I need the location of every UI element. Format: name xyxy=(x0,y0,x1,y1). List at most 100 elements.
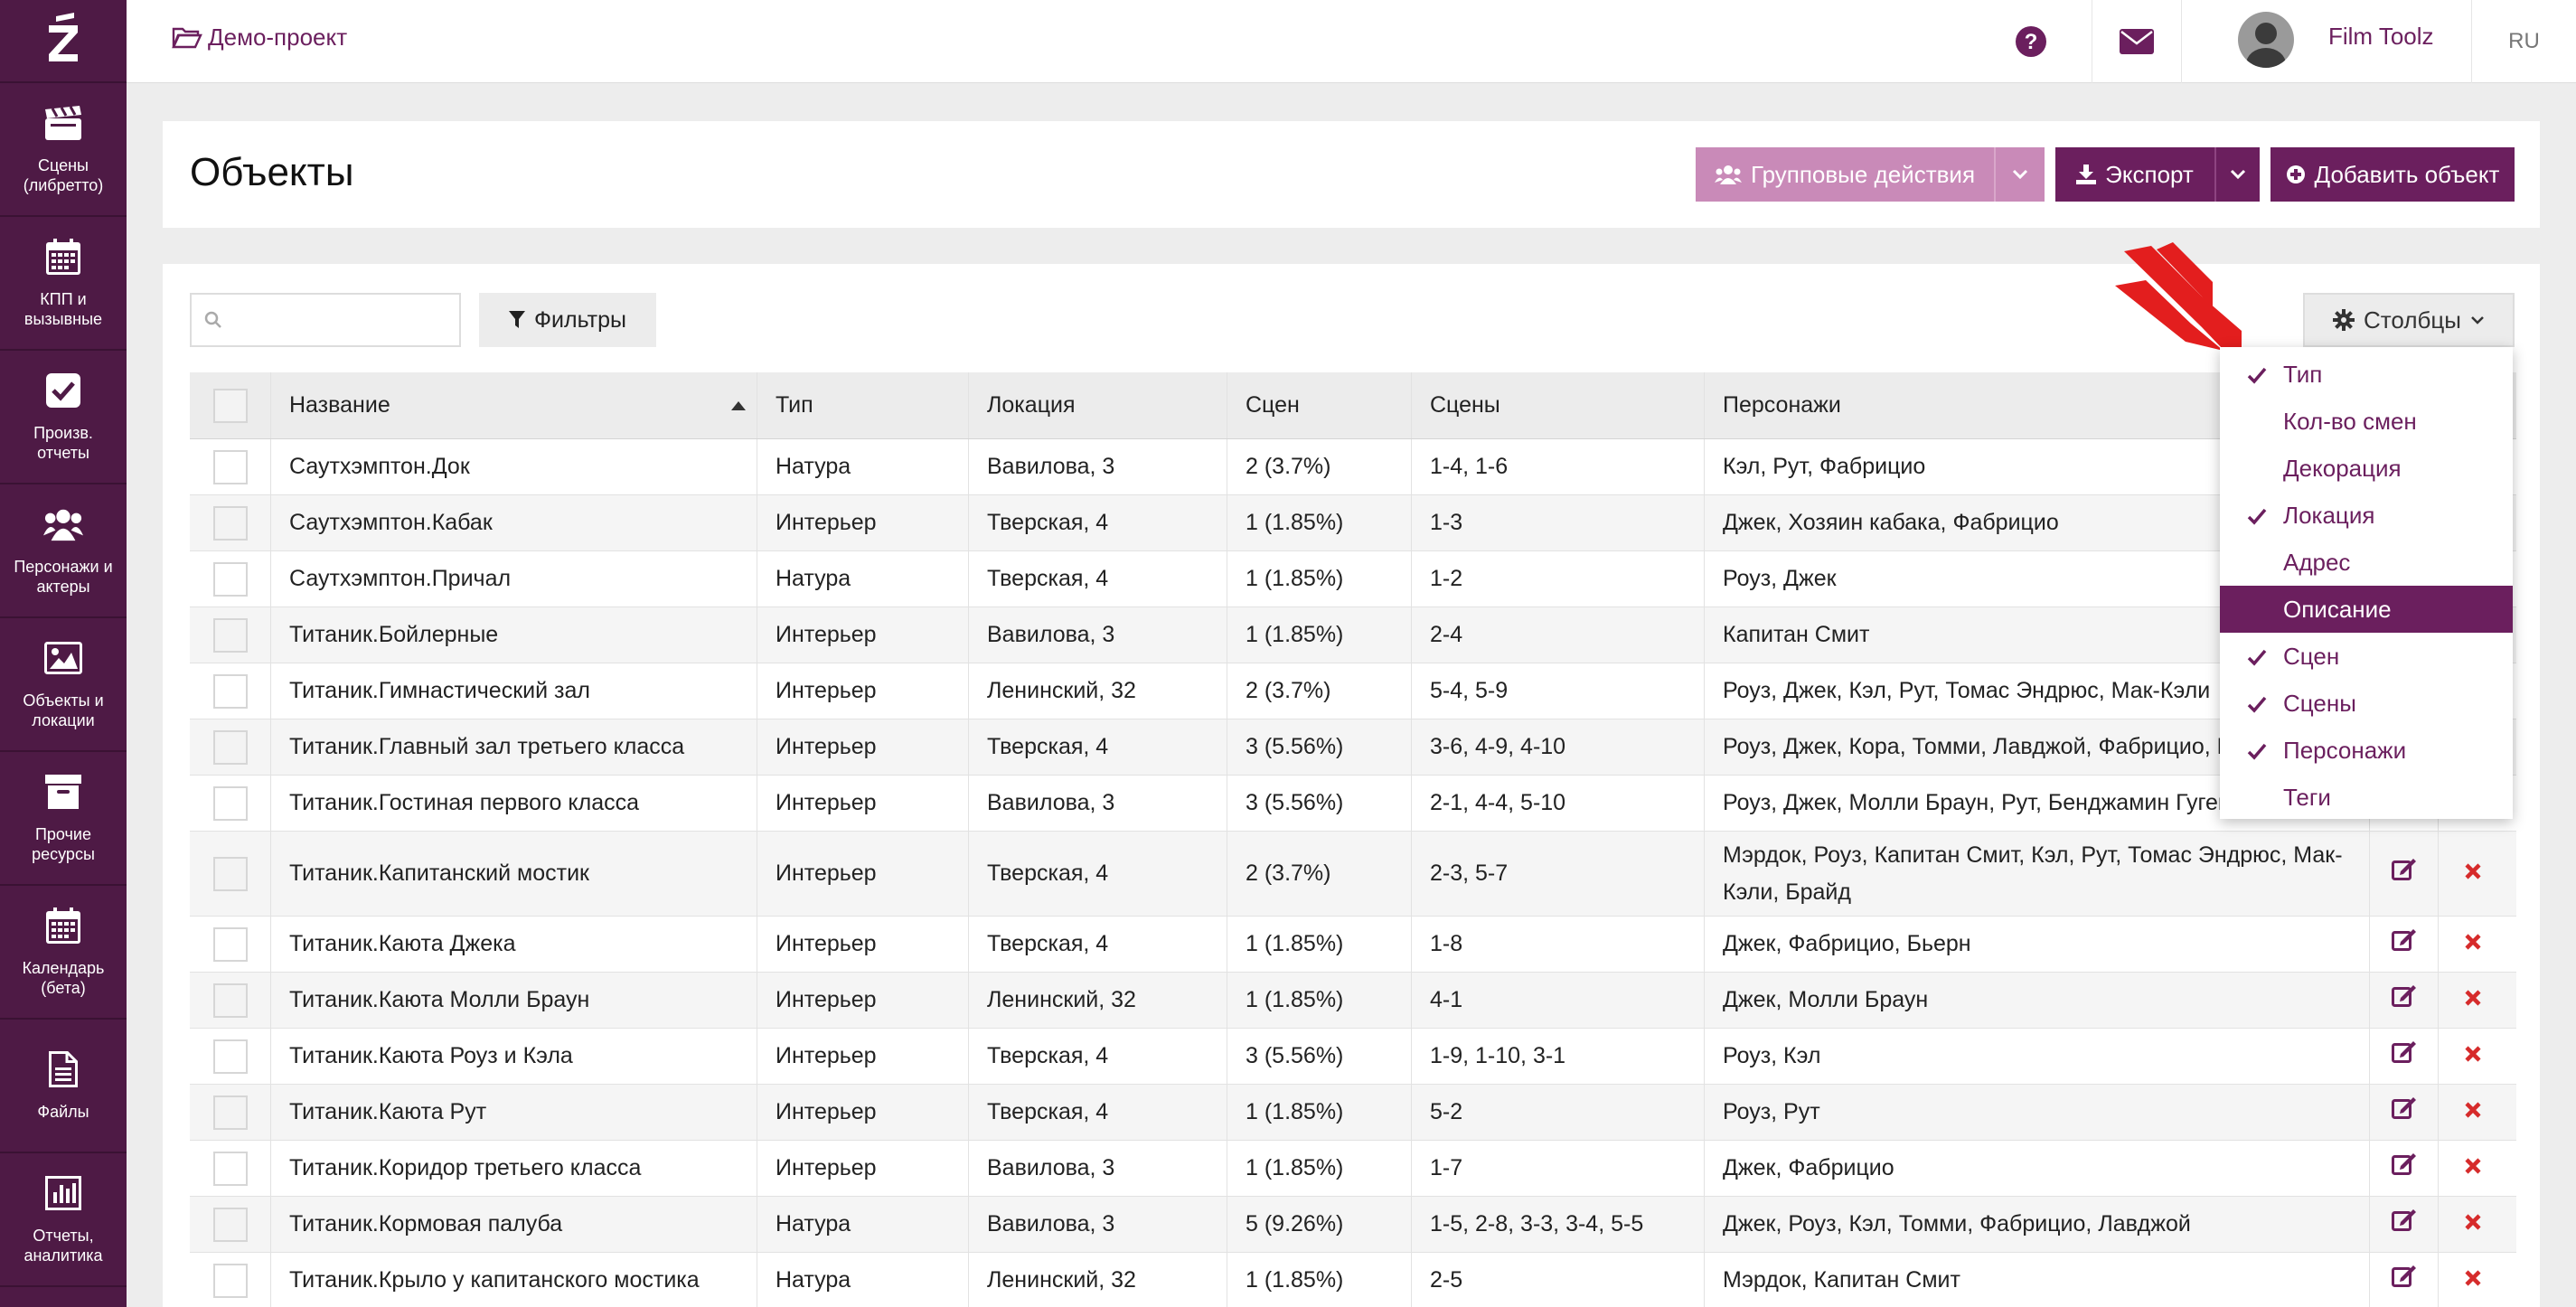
group-actions-button[interactable]: Групповые действия xyxy=(1696,147,2045,202)
row-checkbox[interactable] xyxy=(212,1039,248,1074)
sort-asc-icon[interactable] xyxy=(731,400,746,410)
column-toggle-item[interactable]: Тип xyxy=(2220,351,2513,398)
edit-icon[interactable] xyxy=(2391,982,2417,1019)
edit-icon[interactable] xyxy=(2391,855,2417,892)
search-box[interactable] xyxy=(190,293,461,347)
sidebar-item-9[interactable]: Отчеты, аналитика xyxy=(0,1153,127,1287)
column-toggle-item[interactable]: Локация xyxy=(2220,492,2513,539)
column-toggle-item[interactable]: Кол-во смен xyxy=(2220,398,2513,445)
add-object-button[interactable]: Добавить объект xyxy=(2270,147,2515,202)
cell-name-text: Титаник.Гимнастический зал xyxy=(289,678,590,703)
sidebar-item-6[interactable]: Прочие ресурсы xyxy=(0,752,127,886)
delete-icon[interactable] xyxy=(2464,855,2482,892)
sidebar-item-5[interactable]: Объекты и локации xyxy=(0,618,127,752)
cell-scenes-text: 1-8 xyxy=(1430,931,1463,956)
cell-location: Тверская, 4 xyxy=(969,1085,1227,1140)
export-button[interactable]: Экспорт xyxy=(2055,147,2260,202)
user-name[interactable]: Film Toolz xyxy=(2328,23,2434,51)
language-switch[interactable]: RU xyxy=(2471,0,2576,83)
column-header[interactable]: Сцен xyxy=(1227,372,1412,438)
sidebar-item-4[interactable]: Персонажи и актеры xyxy=(0,484,127,618)
row-checkbox[interactable] xyxy=(212,673,248,709)
edit-icon[interactable] xyxy=(2391,1262,2417,1299)
column-toggle-item[interactable]: Теги xyxy=(2220,774,2513,821)
column-header[interactable]: Сцены xyxy=(1412,372,1705,438)
sidebar-item-7[interactable]: Календарь (бета) xyxy=(0,886,127,1020)
row-checkbox[interactable] xyxy=(212,856,248,891)
table-row[interactable]: Титаник.Каюта Молли Браун Интерьер Ленинск… xyxy=(190,973,2516,1029)
export-caret[interactable] xyxy=(2214,147,2260,202)
sidebar-item-8[interactable]: Файлы xyxy=(0,1020,127,1153)
delete-cell xyxy=(2439,973,2507,1028)
page-title: Объекты xyxy=(190,150,354,194)
edit-icon[interactable] xyxy=(2391,1206,2417,1243)
table-row[interactable]: Титаник.Каюта Роуз и Кэла Интерьер Тверска… xyxy=(190,1029,2516,1085)
select-all-checkbox[interactable] xyxy=(212,388,248,423)
table-row[interactable]: Титаник.Главный зал третьего класса Интер… xyxy=(190,719,2516,776)
row-checkbox[interactable] xyxy=(212,1207,248,1242)
delete-icon[interactable] xyxy=(2464,982,2482,1019)
group-actions-caret[interactable] xyxy=(1994,147,2045,202)
table-row[interactable]: Титаник.Крыло у капитанского мостика Нату… xyxy=(190,1253,2516,1307)
table-row[interactable]: Титаник.Гостиная первого класса Интерьер В… xyxy=(190,776,2516,832)
delete-icon[interactable] xyxy=(2464,1038,2482,1075)
column-header[interactable]: Тип xyxy=(757,372,969,438)
table-row[interactable]: Титаник.Бойлерные Интерьер Вавилова, 3 1 (1… xyxy=(190,607,2516,663)
table-row[interactable]: Саутхэмптон.Док Натура Вавилова, 3 2 (3.7%)… xyxy=(190,439,2516,495)
row-checkbox[interactable] xyxy=(212,617,248,653)
edit-icon[interactable] xyxy=(2391,1150,2417,1187)
table-row[interactable]: Титаник.Каюта Джека Интерьер Тверская, 4 1 … xyxy=(190,917,2516,973)
delete-icon[interactable] xyxy=(2464,926,2482,963)
logo[interactable] xyxy=(0,0,127,83)
delete-icon[interactable] xyxy=(2464,1262,2482,1299)
table-row[interactable]: Саутхэмптон.Причал Натура Тверская, 4 1 (1.… xyxy=(190,551,2516,607)
row-checkbox[interactable] xyxy=(212,561,248,597)
table-row[interactable]: Титаник.Гимнастический зал Интерьер Ленинс… xyxy=(190,663,2516,719)
edit-icon[interactable] xyxy=(2391,1038,2417,1075)
row-checkbox[interactable] xyxy=(212,785,248,821)
column-toggle-item[interactable]: Декорация xyxy=(2220,445,2513,492)
z-logo-icon xyxy=(49,13,78,61)
row-checkbox[interactable] xyxy=(212,1095,248,1130)
row-checkbox[interactable] xyxy=(212,926,248,962)
column-toggle-item[interactable]: Сцен xyxy=(2220,633,2513,680)
table-row[interactable]: Титаник.Коридор третьего класса Интерьер В… xyxy=(190,1141,2516,1197)
avatar[interactable] xyxy=(2238,12,2294,68)
column-toggle-item[interactable]: Адрес xyxy=(2220,539,2513,586)
table-row[interactable]: Саутхэмптон.Кабак Интерьер Тверская, 4 1 (1… xyxy=(190,495,2516,551)
filters-button[interactable]: Фильтры xyxy=(479,293,656,347)
cell-name: Саутхэмптон.Кабак xyxy=(271,495,757,550)
sidebar-item-1[interactable]: Сцены (либретто) xyxy=(0,83,127,217)
messages-button[interactable] xyxy=(2092,0,2182,83)
columns-button[interactable]: Столбцы xyxy=(2303,293,2515,347)
row-checkbox[interactable] xyxy=(212,983,248,1018)
delete-icon[interactable] xyxy=(2464,1150,2482,1187)
project-link[interactable]: Демо-проект xyxy=(172,24,347,52)
delete-icon[interactable] xyxy=(2464,1094,2482,1131)
page-header: Объекты Групповые действия Экспорт Добав… xyxy=(163,121,2540,228)
cell-scenes: 1-3 xyxy=(1412,495,1705,550)
row-checkbox[interactable] xyxy=(212,449,248,484)
column-header[interactable]: Название xyxy=(271,372,757,438)
edit-icon[interactable] xyxy=(2391,1094,2417,1131)
delete-icon[interactable] xyxy=(2464,1206,2482,1243)
sidebar-item-2[interactable]: КПП и вызывные xyxy=(0,217,127,351)
table-row[interactable]: Титаник.Каюта Рут Интерьер Тверская, 4 1 (1… xyxy=(190,1085,2516,1141)
column-toggle-item[interactable]: Сцены xyxy=(2220,680,2513,727)
search-input[interactable] xyxy=(231,307,448,333)
sidebar-item-label: Объекты и локации xyxy=(23,691,104,729)
table-row[interactable]: Титаник.Кормовая палуба Натура Вавилова, 3… xyxy=(190,1197,2516,1253)
cell-count-text: 3 (5.56%) xyxy=(1246,1043,1344,1068)
row-checkbox[interactable] xyxy=(212,505,248,541)
help-button[interactable]: ? xyxy=(1999,0,2063,83)
row-checkbox[interactable] xyxy=(212,1151,248,1186)
edit-icon[interactable] xyxy=(2391,926,2417,963)
table-row[interactable]: Титаник.Капитанский мостик Интерьер Тверск… xyxy=(190,832,2516,917)
column-toggle-item[interactable]: Описание xyxy=(2220,586,2513,633)
sidebar-item-3[interactable]: Произв. отчеты xyxy=(0,351,127,484)
column-header[interactable]: Локация xyxy=(969,372,1227,438)
row-checkbox[interactable] xyxy=(212,729,248,765)
column-toggle-item[interactable]: Персонажи xyxy=(2220,727,2513,774)
row-select-cell xyxy=(190,663,271,719)
row-checkbox[interactable] xyxy=(212,1263,248,1298)
